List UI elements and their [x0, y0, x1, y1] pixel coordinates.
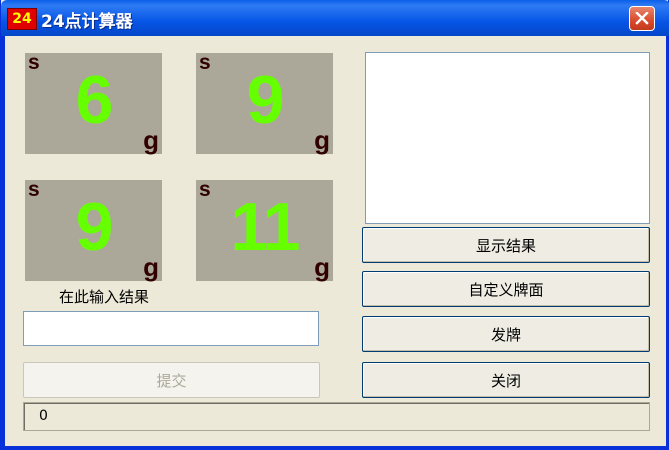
card-1: s 6 g	[25, 51, 162, 155]
answer-input-label: 在此输入结果	[59, 288, 150, 306]
title-bar[interactable]: 24 24点计算器	[1, 0, 669, 36]
window-title: 24点计算器	[41, 12, 133, 32]
card-rank: 9	[246, 62, 285, 138]
result-display[interactable]	[365, 52, 650, 224]
card-3: s 9 g	[25, 178, 162, 282]
card-mark: g	[314, 125, 330, 155]
card-mark: g	[314, 252, 330, 282]
submit-button[interactable]: 提交	[23, 362, 320, 398]
card-rank: 6	[75, 62, 114, 138]
card-rank: 11	[230, 189, 301, 265]
card-4: s 11 g	[196, 178, 333, 282]
close-button[interactable]: 关闭	[362, 362, 650, 398]
answer-input[interactable]	[23, 311, 319, 346]
show-result-button[interactable]: 显示结果	[362, 227, 650, 263]
deal-button[interactable]: 发牌	[362, 316, 650, 352]
status-text: 0	[39, 408, 48, 424]
custom-cards-button[interactable]: 自定义牌面	[362, 271, 650, 307]
card-mark: g	[143, 125, 159, 155]
status-bar: 0	[23, 402, 650, 431]
card-mark: g	[143, 252, 159, 282]
app-window: 24 24点计算器 s 6 g s 9 g s 9 g s 11 g 显示结果 …	[0, 0, 669, 450]
window-frame-left	[1, 36, 5, 450]
card-rank: 9	[75, 189, 114, 265]
close-window-button[interactable]	[629, 6, 655, 31]
window-frame-bottom	[1, 446, 669, 450]
card-2: s 9 g	[196, 51, 333, 155]
app-icon: 24	[7, 8, 37, 30]
close-icon	[635, 12, 649, 25]
